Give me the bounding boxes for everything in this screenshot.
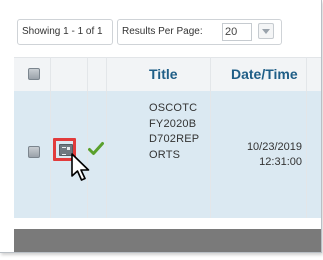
select-all-checkbox[interactable] [28,68,40,80]
table-footer [14,229,321,252]
column-divider [210,57,211,218]
column-divider [50,57,51,218]
row-select-checkbox[interactable] [28,146,40,158]
results-toolbar: Showing 1 - 1 of 1 Results Per Page: 20 [0,0,321,52]
arrow-cursor-icon [71,153,90,181]
row-date: 10/23/2019 [246,141,302,153]
row-time: 12:31:00 [259,156,302,168]
results-per-page-value: 20 [225,26,238,38]
results-per-page-select[interactable]: 20 [222,23,252,41]
row-title-cell: OSCOTCFY2020BD702REPORTS [149,101,204,163]
row-datetime-cell: 10/23/2019 12:31:00 [212,140,302,170]
row-title: OSCOTCFY2020BD702REPORTS [149,102,200,161]
column-divider [87,57,88,218]
showing-count-text: Showing 1 - 1 of 1 [22,26,103,37]
results-per-page-label: Results Per Page: [122,26,203,37]
showing-count: Showing 1 - 1 of 1 [17,19,113,45]
column-divider [306,57,307,218]
column-divider [106,57,107,218]
column-header-title[interactable]: Title [149,57,178,91]
column-header-datetime[interactable]: Date/Time [231,57,298,91]
results-panel: Showing 1 - 1 of 1 Results Per Page: 20 … [0,0,322,253]
results-per-page-control: Results Per Page: 20 [117,19,282,45]
chevron-down-icon[interactable] [258,23,274,39]
